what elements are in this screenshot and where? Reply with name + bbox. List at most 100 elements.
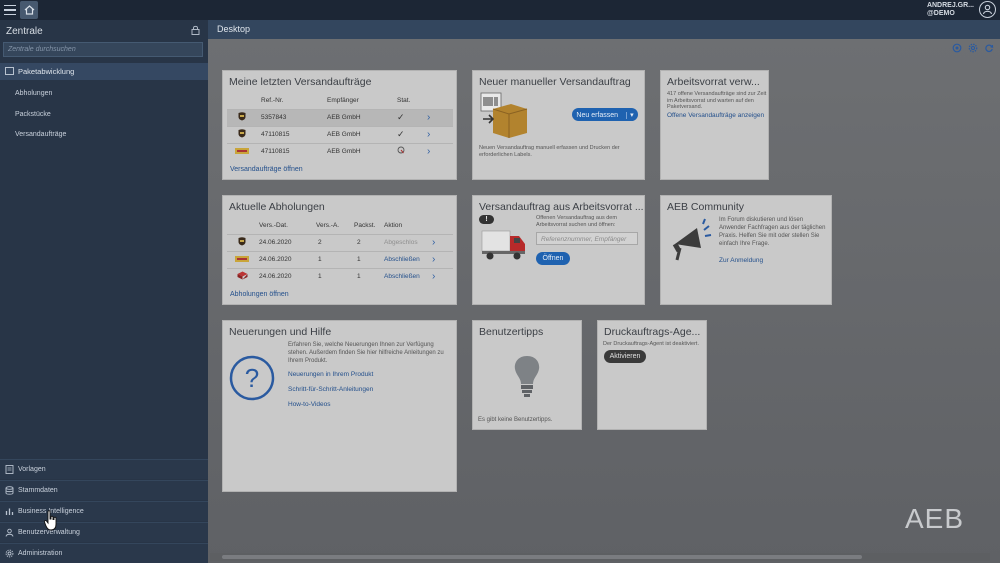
column-header: Vers.-Dat. — [259, 221, 288, 229]
card-title: Neuer manueller Versandauftrag — [479, 76, 631, 88]
recipient: AEB GmbH — [327, 125, 397, 143]
table-row[interactable]: 24.06.2020 1 1 Abschließen › — [227, 267, 453, 285]
recipient: AEB GmbH — [327, 108, 397, 126]
hamburger-menu-icon[interactable] — [2, 2, 18, 18]
pickups-table: Vers.-Dat. Vers.-A. Packst. Aktion 24.06… — [227, 220, 453, 285]
toolbar — [952, 43, 994, 53]
scrollbar-thumb[interactable] — [222, 555, 862, 559]
card-shipment-from-queue: Versandauftrag aus Arbeitsvorrat ... ! O… — [472, 195, 645, 305]
chevron-right-icon[interactable]: › — [432, 237, 435, 248]
table-row[interactable]: 47110815 AEB GmbH › — [227, 142, 453, 160]
table-row[interactable]: 47110815 AEB GmbH ✓ › — [227, 125, 453, 143]
table-row[interactable]: 5357843 AEB GmbH ✓ › — [227, 108, 453, 126]
ups-logo-icon — [238, 112, 246, 121]
desktop-area: Meine letzten Versandaufträge Ref.-Nr. E… — [208, 39, 1000, 563]
hand-cursor-icon — [44, 510, 57, 531]
package-count: 2 — [354, 233, 384, 251]
package-box-icon — [480, 92, 528, 138]
sidebar-title: Zentrale — [6, 26, 43, 37]
chevron-right-icon[interactable]: › — [432, 271, 435, 282]
help-question-icon: ? — [229, 355, 275, 401]
column-header: Stat. — [397, 96, 411, 104]
sidebar-item-administration[interactable]: Administration — [0, 543, 208, 563]
pickup-date: 24.06.2020 — [259, 233, 316, 251]
shipments-table: Ref.-Nr. Empfänger Stat. 5357843 AEB Gmb… — [227, 95, 453, 160]
ref-number: 5357843 — [261, 108, 327, 126]
horizontal-scrollbar[interactable] — [210, 553, 990, 561]
chevron-right-icon[interactable]: › — [427, 112, 430, 123]
card-new-manual-shipment: Neuer manueller Versandauftrag Neu erfas… — [472, 70, 645, 180]
shipment-count: 2 — [316, 233, 354, 251]
card-title: AEB Community — [667, 201, 745, 213]
reference-search-input[interactable]: Referenznummer, Empfänger — [536, 232, 638, 245]
table-row[interactable]: 24.06.2020 1 1 Abschließen › — [227, 250, 453, 268]
column-header: Ref.-Nr. — [261, 96, 284, 104]
complete-action-link[interactable]: Abschließen — [384, 250, 432, 268]
news-link[interactable]: Neuerungen in Ihrem Produkt — [288, 371, 373, 378]
dhl-logo-icon — [235, 255, 249, 262]
sidebar-item-business-intelligence[interactable]: Business Intelligence — [0, 501, 208, 521]
sidebar-item-packstuecke[interactable]: Packstücke — [15, 111, 51, 118]
template-icon — [5, 465, 14, 474]
card-title: Meine letzten Versandaufträge — [229, 76, 372, 88]
show-open-shipments-link[interactable]: Offene Versandaufträge anzeigen — [667, 112, 764, 119]
tutorials-link[interactable]: Schritt-für-Schritt-Anleitungen — [288, 386, 373, 393]
database-icon — [5, 486, 14, 495]
sidebar-item-benutzerverwaltung[interactable]: Benutzerverwaltung — [0, 522, 208, 542]
aeb-logo: AEB — [905, 503, 965, 534]
home-icon — [24, 5, 34, 15]
user-icon — [5, 528, 14, 537]
refresh-icon[interactable] — [984, 43, 994, 53]
table-row[interactable]: 24.06.2020 2 2 Abgeschlos › — [227, 233, 453, 251]
package-count: 1 — [354, 267, 384, 285]
carrier-logo-icon — [237, 271, 248, 280]
dhl-logo-icon — [235, 147, 249, 154]
main-header: Desktop — [208, 20, 1000, 39]
card-title: Arbeitsvorrat verw... — [667, 76, 760, 88]
sidebar-item-stammdaten[interactable]: Stammdaten — [0, 480, 208, 500]
card-title: Benutzertipps — [479, 326, 544, 338]
open-pickups-link[interactable]: Abholungen öffnen — [230, 291, 289, 298]
new-entry-button[interactable]: Neu erfassen ▾ — [572, 108, 638, 121]
column-header: Empfänger — [327, 96, 359, 104]
no-tips-text: Es gibt keine Benutzertipps. — [478, 417, 553, 423]
card-news-and-help: Neuerungen und Hilfe ? Erfahren Sie, wel… — [222, 320, 457, 492]
alert-badge: ! — [479, 215, 494, 224]
sidebar-item-abholungen[interactable]: Abholungen — [15, 90, 52, 97]
videos-link[interactable]: How-to-Videos — [288, 401, 331, 408]
support-icon[interactable] — [952, 43, 962, 53]
status-pending-icon — [397, 146, 405, 154]
sidebar: Zentrale Zentrale durchsuchen Paketabwic… — [0, 20, 208, 563]
sidebar-section-paketabwicklung[interactable]: Paketabwicklung — [0, 63, 208, 80]
sidebar-item-vorlagen[interactable]: Vorlagen — [0, 459, 208, 479]
card-description: Erfahren Sie, welche Neuerungen Ihnen zu… — [288, 342, 444, 364]
column-header: Vers.-A. — [316, 221, 340, 229]
card-title: Versandauftrag aus Arbeitsvorrat ... — [479, 201, 644, 213]
chevron-right-icon[interactable]: › — [427, 129, 430, 140]
settings-gear-icon[interactable] — [968, 43, 978, 53]
print-agent-status: Der Druckauftrags-Agent ist deaktiviert. — [603, 341, 699, 347]
card-description: 417 offene Versandaufträge sind zur Zeit… — [667, 91, 767, 110]
lightbulb-icon — [514, 356, 540, 397]
activate-button[interactable]: Aktivieren — [604, 350, 646, 363]
page-title: Desktop — [217, 24, 251, 34]
chevron-right-icon[interactable]: › — [427, 146, 430, 157]
home-button[interactable] — [20, 1, 38, 19]
ref-number: 47110815 — [261, 125, 327, 143]
sidebar-search-input[interactable]: Zentrale durchsuchen — [3, 42, 203, 57]
card-recent-shipments: Meine letzten Versandaufträge Ref.-Nr. E… — [222, 70, 457, 180]
shipment-count: 1 — [316, 267, 354, 285]
chevron-right-icon[interactable]: › — [432, 254, 435, 265]
lock-icon[interactable] — [191, 25, 200, 35]
card-title: Aktuelle Abholungen — [229, 201, 325, 213]
pickup-date: 24.06.2020 — [259, 267, 316, 285]
open-shipments-link[interactable]: Versandaufträge öffnen — [230, 166, 303, 173]
check-icon: ✓ — [397, 112, 405, 122]
login-link[interactable]: Zur Anmeldung — [719, 257, 763, 264]
ups-logo-icon — [238, 237, 246, 246]
complete-action-link[interactable]: Abschließen — [384, 267, 432, 285]
chevron-down-icon[interactable]: ▾ — [626, 112, 634, 119]
open-button[interactable]: Öffnen — [536, 252, 570, 265]
sidebar-item-versandauftraege[interactable]: Versandaufträge — [15, 131, 66, 138]
user-avatar-icon[interactable] — [979, 1, 996, 18]
